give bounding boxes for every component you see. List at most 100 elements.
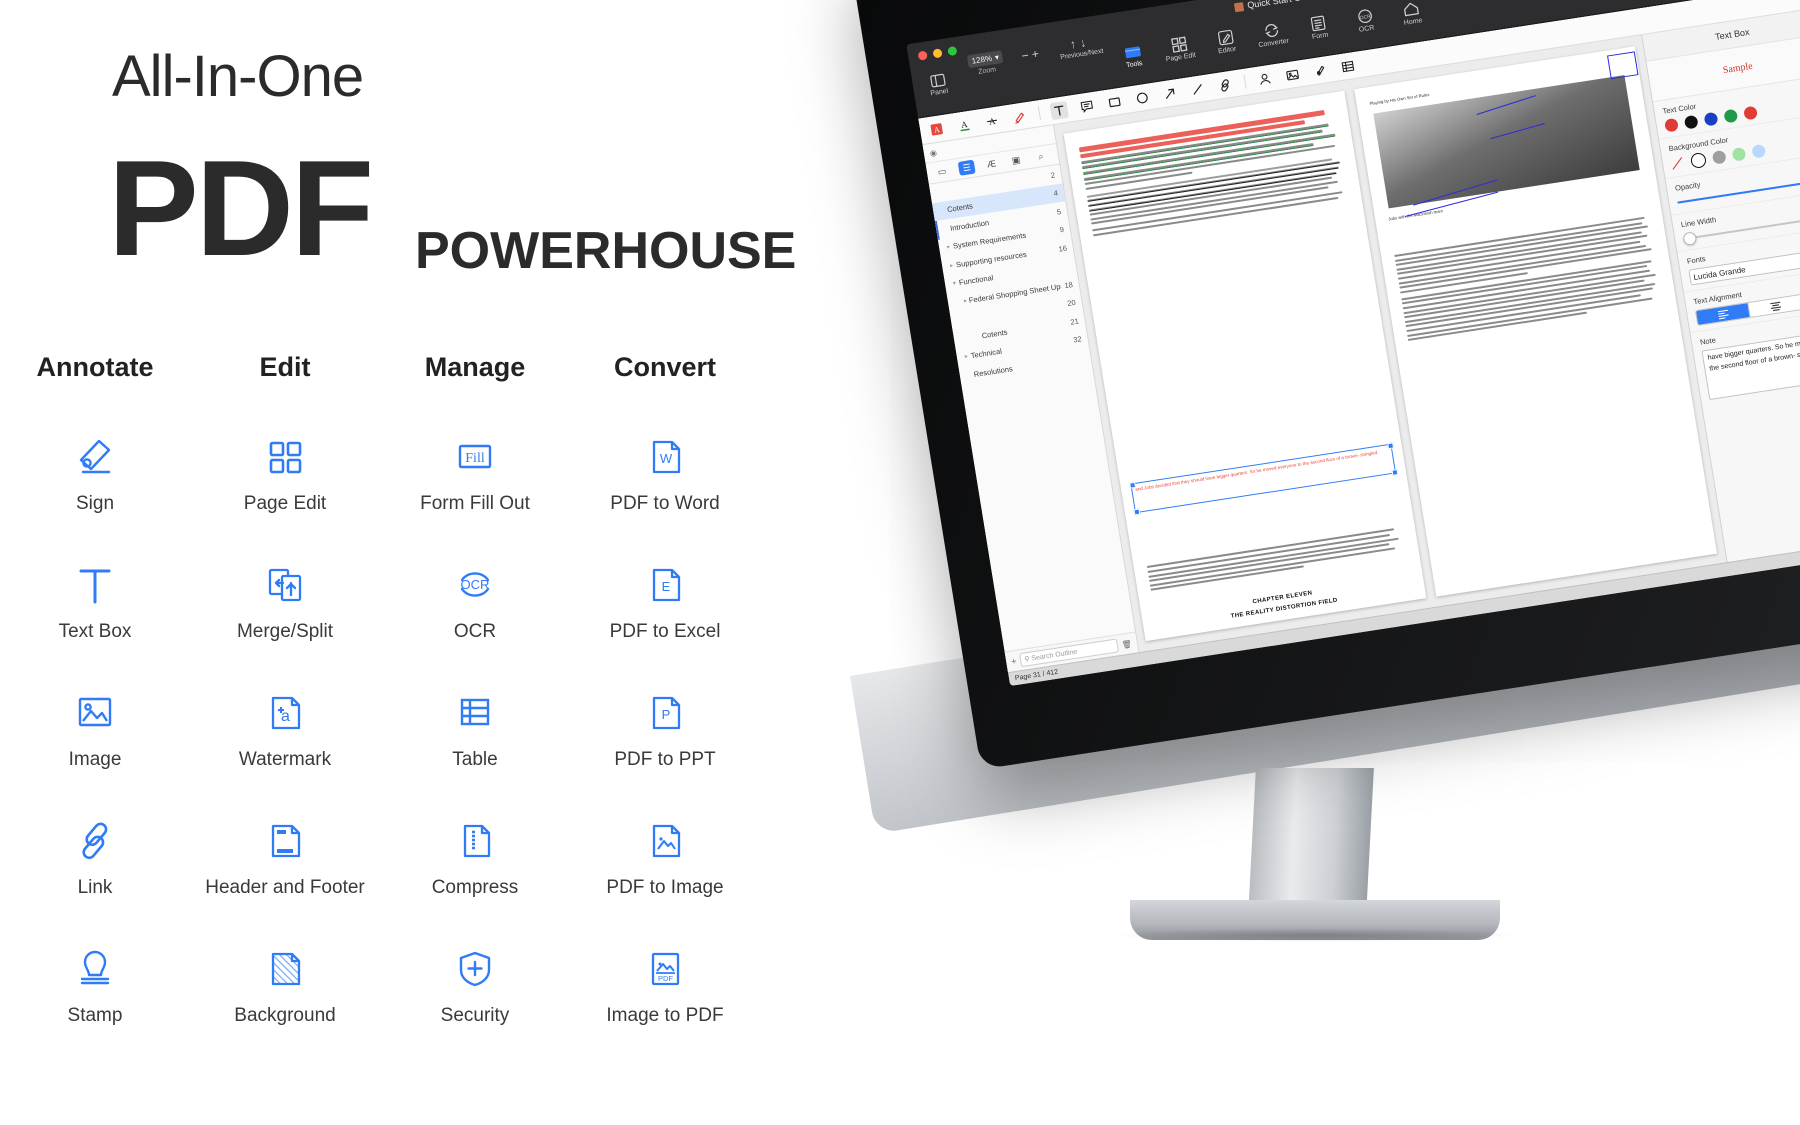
feature-form-fill-out[interactable]: Fill Form Fill Out [380, 425, 570, 553]
twisty-icon[interactable] [967, 318, 973, 319]
resize-handle[interactable] [1128, 481, 1136, 489]
feature-link[interactable]: Link [0, 809, 190, 937]
color-swatch-blue[interactable] [1703, 111, 1719, 127]
imac-stand-neck [1248, 768, 1374, 916]
feature-pdf-to-excel[interactable]: E PDF to Excel [570, 553, 760, 681]
maximize-button[interactable] [947, 45, 958, 57]
ink-annotation-box[interactable] [1607, 51, 1639, 80]
toolbar-form[interactable]: Form [1300, 9, 1338, 42]
feature-compress[interactable]: Compress [380, 809, 570, 937]
ribbon-divider [1243, 74, 1247, 89]
document-view[interactable]: and Jobs decided that they should have b… [1054, 35, 1727, 653]
color-swatch-black[interactable] [1683, 114, 1699, 130]
feature-watermark[interactable]: a Watermark [190, 681, 380, 809]
slider-knob[interactable] [1682, 231, 1698, 247]
feature-pdf-to-word[interactable]: W PDF to Word [570, 425, 760, 553]
table-tool-icon[interactable] [1338, 56, 1358, 75]
toolbar-label: Form [1311, 31, 1329, 41]
color-swatch-lightgreen[interactable] [1731, 146, 1747, 162]
feature-header-footer[interactable]: Header and Footer [190, 809, 380, 937]
window-controls[interactable] [917, 45, 958, 61]
feature-security[interactable]: Security [380, 937, 570, 1065]
color-swatch-gray[interactable] [1711, 149, 1727, 165]
feature-image[interactable]: Image [0, 681, 190, 809]
search-tab[interactable]: ⌕ [1032, 148, 1050, 164]
sidebar-settings-icon[interactable]: ◉ [929, 148, 937, 158]
imac-shadow [1110, 928, 1520, 942]
highlight-icon[interactable]: A [927, 119, 947, 138]
prev-next-control[interactable]: ↑↓ Previous/Next [1057, 33, 1104, 62]
panel-toggle-button[interactable]: Panel [919, 66, 957, 99]
toolbar-ocr[interactable]: OCR OCR [1346, 2, 1384, 35]
underline-icon[interactable]: A [955, 115, 975, 134]
toolbar-label: Converter [1258, 37, 1290, 50]
zoom-control[interactable]: 128% ▾ Zoom [966, 50, 1006, 77]
align-left-icon[interactable] [1696, 302, 1751, 325]
security-shield-icon [449, 937, 501, 999]
home-icon [1401, 0, 1420, 18]
text-box-icon [69, 553, 121, 615]
color-swatch-red[interactable] [1664, 117, 1679, 133]
chevron-down-icon[interactable]: ▾ [994, 53, 999, 62]
headline-powerhouse: POWERHOUSE [415, 222, 797, 280]
header-footer-icon [259, 809, 311, 871]
arrow-icon[interactable] [1160, 83, 1180, 102]
feature-merge-split[interactable]: Merge/Split [190, 553, 380, 681]
ink-annotation-line[interactable] [1476, 95, 1536, 116]
note-icon[interactable] [1077, 96, 1097, 115]
align-center-icon[interactable] [1748, 294, 1800, 317]
zoom-field[interactable]: 128% ▾ [966, 50, 1004, 69]
feature-label: Image to PDF [606, 1005, 724, 1026]
text-box-annotation[interactable]: and Jobs decided that they should have b… [1128, 441, 1398, 515]
resize-handle[interactable] [1132, 508, 1140, 515]
zoom-plus-minus[interactable]: − + [1020, 47, 1039, 63]
feature-page-edit[interactable]: Page Edit [190, 425, 380, 553]
thumbnails-tab[interactable]: ▭ [933, 163, 951, 179]
add-outline-button[interactable]: + [1010, 656, 1017, 667]
feature-ocr[interactable]: OCR OCR [380, 553, 570, 681]
resize-handle[interactable] [1390, 468, 1398, 476]
minimize-button[interactable] [932, 48, 943, 59]
rectangle-icon[interactable] [1105, 92, 1125, 111]
pdf-to-image-icon [639, 809, 691, 871]
pdf-app-window: Panel 128% ▾ Zoom − + ↑↓ Previous/Next T… [906, 0, 1800, 687]
feature-image-to-pdf[interactable]: PDF Image to PDF [570, 937, 760, 1065]
outline-tab[interactable]: ☰ [957, 159, 976, 176]
link-tool-icon[interactable] [1215, 75, 1235, 94]
toolbar-home[interactable]: Home [1392, 0, 1430, 28]
signature-icon[interactable] [1255, 69, 1275, 88]
annotation-tab[interactable]: Æ [982, 156, 1000, 172]
color-swatch-red-2[interactable] [1743, 105, 1759, 121]
snapshot-tab[interactable]: ▣ [1007, 152, 1025, 168]
resize-handle[interactable] [1386, 441, 1394, 449]
color-swatch-none[interactable] [1670, 156, 1685, 171]
toolbar-converter[interactable]: Converter [1253, 17, 1291, 50]
category-header-row: Annotate Edit Manage Convert [0, 352, 820, 383]
twisty-icon[interactable] [938, 192, 944, 193]
outline-page [1081, 357, 1085, 358]
strikethrough-icon[interactable]: A [982, 111, 1002, 130]
feature-stamp[interactable]: Stamp [0, 937, 190, 1065]
line-icon[interactable] [1188, 79, 1208, 98]
ellipse-icon[interactable] [1132, 88, 1152, 107]
feature-background[interactable]: Background [190, 937, 380, 1065]
stamp-tool-icon[interactable] [1310, 60, 1330, 79]
feature-text-box[interactable]: Text Box [0, 553, 190, 681]
feature-sign[interactable]: Sign [0, 425, 190, 553]
close-button[interactable] [917, 50, 928, 61]
image-tool-icon[interactable] [1283, 65, 1303, 84]
ink-annotation-line[interactable] [1490, 123, 1545, 140]
zoom-label: Zoom [977, 66, 997, 76]
toolbar-tools[interactable]: Tools [1114, 38, 1152, 71]
feature-pdf-to-ppt[interactable]: P PDF to PPT [570, 681, 760, 809]
color-swatch-green[interactable] [1723, 108, 1739, 124]
feature-table[interactable]: Table [380, 681, 570, 809]
toolbar-editor[interactable]: Editor [1207, 24, 1245, 57]
pen-icon[interactable] [1010, 106, 1030, 125]
feature-pdf-to-image[interactable]: PDF to Image [570, 809, 760, 937]
color-swatch-white[interactable] [1689, 151, 1708, 169]
color-swatch-lightblue[interactable] [1751, 143, 1767, 159]
trash-icon[interactable]: 🗑 [1121, 639, 1132, 649]
text-tool-icon[interactable] [1049, 100, 1069, 120]
toolbar-page-edit[interactable]: Page Edit [1160, 31, 1198, 64]
